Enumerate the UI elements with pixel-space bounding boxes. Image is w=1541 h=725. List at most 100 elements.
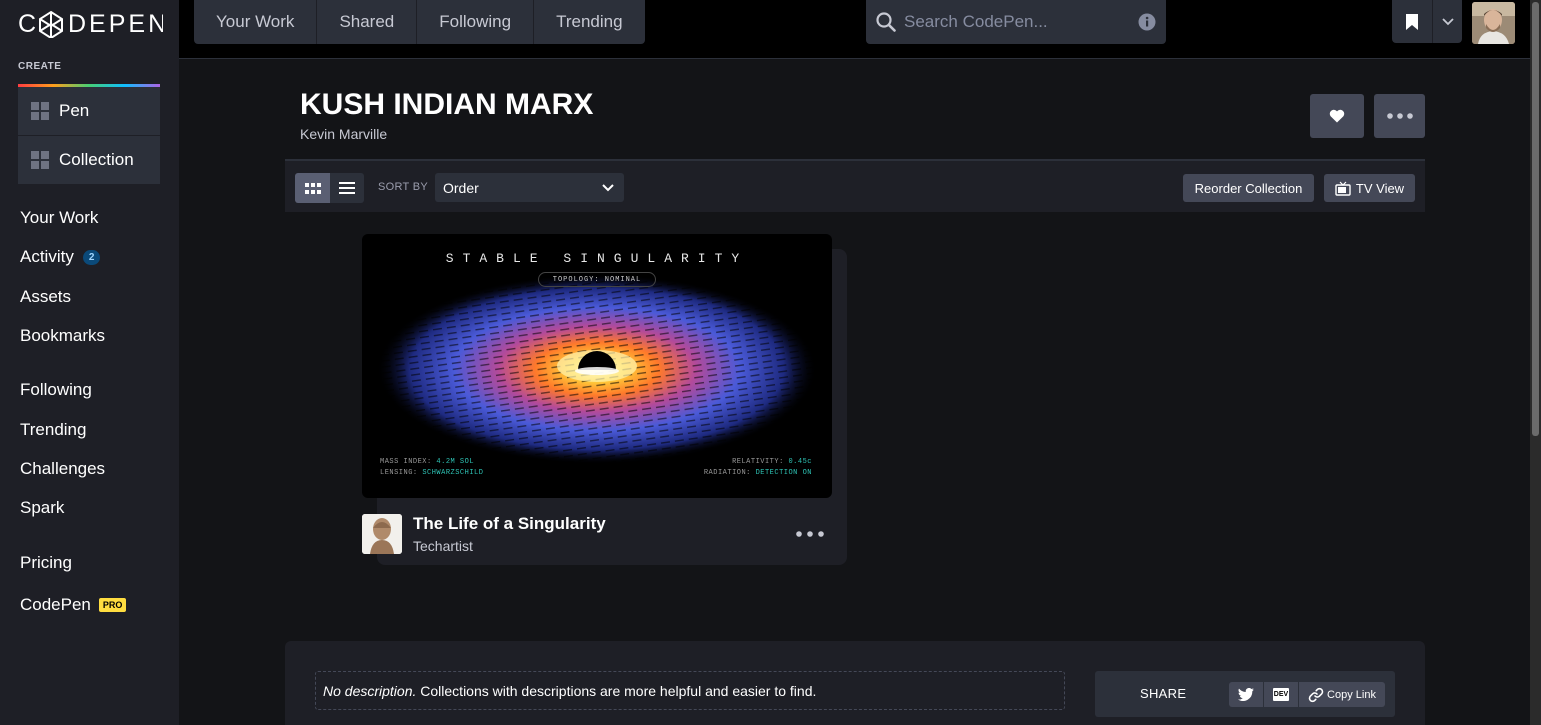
user-avatar[interactable] [1472, 2, 1515, 44]
pro-badge: PRO [98, 598, 127, 612]
collection-description[interactable]: No description. Collections with descrip… [315, 671, 1065, 710]
sidebar-item-activity[interactable]: Activity 2 [20, 247, 101, 267]
top-tabs: Your Work Shared Following Trending [194, 0, 645, 44]
pen-author-avatar[interactable] [362, 514, 402, 554]
description-hint: Collections with descriptions are more h… [416, 682, 817, 699]
collection-details: No description. Collections with descrip… [285, 641, 1425, 725]
create-label: CREATE [18, 61, 62, 72]
hud-mass-value: 4.2M SOL [436, 458, 475, 466]
collection-title: KUSH INDIAN MARX [300, 88, 594, 121]
sidebar-item-label: Assets [20, 287, 72, 306]
tab-trending[interactable]: Trending [534, 0, 644, 44]
activity-count-badge: 2 [82, 249, 101, 265]
reorder-collection-button[interactable]: Reorder Collection [1183, 174, 1314, 202]
description-empty-label: No description. [323, 682, 417, 699]
list-icon [339, 182, 355, 194]
hud-lensing-label: LENSING: [380, 469, 418, 477]
more-dots-icon [1386, 113, 1413, 119]
preview-hud-right: RELATIVITY: 0.45c RADIATION: DETECTION O… [704, 457, 812, 479]
sort-select-value: Order [443, 179, 479, 196]
search-input[interactable] [904, 12, 1138, 32]
grid-icon [304, 182, 321, 194]
pen-title[interactable]: The Life of a Singularity [413, 514, 606, 534]
tv-view-label: TV View [1355, 180, 1405, 196]
hud-relativity-label: RELATIVITY: [732, 458, 784, 466]
svg-text:DEPEN: DEPEN [68, 10, 163, 38]
grid-view-button[interactable] [295, 173, 330, 203]
sidebar-item-following[interactable]: Following [20, 380, 92, 400]
sidebar-item-spark[interactable]: Spark [20, 498, 64, 518]
like-button[interactable] [1310, 94, 1364, 138]
heart-icon [1329, 109, 1345, 123]
pen-icon [31, 102, 49, 120]
list-view-button[interactable] [330, 173, 364, 203]
sidebar-item-label: Trending [20, 420, 87, 439]
sidebar-item-label: Pricing [20, 553, 72, 572]
search-bar [866, 0, 1166, 44]
sidebar-item-label: Challenges [20, 459, 106, 478]
bookmarks-button[interactable] [1392, 0, 1433, 43]
sort-select[interactable]: Order [435, 173, 624, 202]
author-avatar-image [362, 514, 402, 554]
sidebar-item-your-work[interactable]: Your Work [20, 208, 98, 228]
pen-author[interactable]: Techartist [413, 538, 473, 554]
tab-following[interactable]: Following [417, 0, 535, 44]
create-menu: Pen Collection [18, 87, 160, 184]
tab-shared[interactable]: Shared [317, 0, 418, 44]
preview-status-pill: TOPOLOGY: NOMINAL [538, 272, 656, 287]
link-icon [1308, 687, 1324, 702]
hud-lensing-value: SCHWARZSCHILD [422, 469, 484, 477]
tab-your-work[interactable]: Your Work [194, 0, 318, 44]
chevron-down-icon [1441, 17, 1454, 25]
share-twitter-button[interactable] [1229, 682, 1263, 707]
tv-icon [1335, 181, 1351, 196]
sidebar-item-pricing[interactable]: Pricing [20, 553, 72, 573]
bookmark-control [1392, 0, 1462, 43]
chevron-down-icon [602, 183, 614, 191]
search-icon [876, 12, 896, 32]
top-bar: Your Work Shared Following Trending [179, 0, 1530, 59]
avatar-image [1472, 2, 1515, 44]
pen-options-button[interactable] [790, 524, 830, 544]
preview-title: STABLE SINGULARITY [445, 251, 749, 266]
sidebar-item-label: Bookmarks [20, 326, 106, 345]
share-panel: SHARE DEV Copy Link [1095, 671, 1395, 717]
collection-icon [31, 150, 49, 169]
create-pen-label: Pen [59, 101, 90, 120]
sort-by-label: SORT BY [378, 181, 428, 193]
svg-text:C: C [18, 10, 39, 38]
page-scrollbar[interactable] [1530, 0, 1541, 725]
sidebar-item-codepen-pro[interactable]: CodePen PRO [20, 595, 127, 615]
share-label: SHARE [1140, 686, 1187, 701]
create-collection-button[interactable]: Collection [18, 135, 160, 183]
sidebar-item-bookmarks[interactable]: Bookmarks [20, 326, 105, 346]
bookmarks-dropdown-button[interactable] [1433, 0, 1462, 43]
tv-view-button[interactable]: TV View [1324, 174, 1415, 202]
sidebar-item-label: Your Work [20, 208, 99, 227]
sidebar-item-trending[interactable]: Trending [20, 420, 86, 440]
hud-radiation-value: DETECTION ON [755, 469, 812, 477]
scrollbar-thumb[interactable] [1532, 2, 1539, 436]
create-collection-label: Collection [59, 149, 134, 169]
hud-mass-label: MASS INDEX: [380, 458, 432, 466]
collection-owner[interactable]: Kevin Marville [300, 126, 387, 142]
dev-icon: DEV [1272, 688, 1290, 701]
bookmark-icon [1406, 13, 1418, 30]
hud-relativity-value: 0.45c [788, 458, 812, 466]
sidebar-item-challenges[interactable]: Challenges [20, 459, 105, 479]
codepen-logo[interactable]: C DEPEN [18, 8, 163, 38]
pen-preview[interactable]: STABLE SINGULARITY TOPOLOGY: NOMINAL MAS… [362, 234, 832, 498]
more-dots-icon [796, 531, 824, 537]
sidebar: C DEPEN CREATE Pen Collection Your Work … [0, 0, 179, 725]
create-pen-button[interactable]: Pen [18, 87, 160, 135]
share-dev-button[interactable]: DEV [1264, 682, 1298, 707]
twitter-icon [1238, 688, 1254, 701]
copy-link-label: Copy Link [1327, 688, 1376, 701]
sidebar-item-label: Following [20, 380, 92, 399]
sidebar-item-assets[interactable]: Assets [20, 287, 71, 307]
copy-link-button[interactable]: Copy Link [1299, 682, 1385, 707]
info-icon[interactable] [1138, 13, 1156, 31]
sidebar-item-label: CodePen [20, 595, 91, 614]
collection-options-button[interactable] [1374, 94, 1425, 138]
hud-radiation-label: RADIATION: [703, 469, 751, 477]
